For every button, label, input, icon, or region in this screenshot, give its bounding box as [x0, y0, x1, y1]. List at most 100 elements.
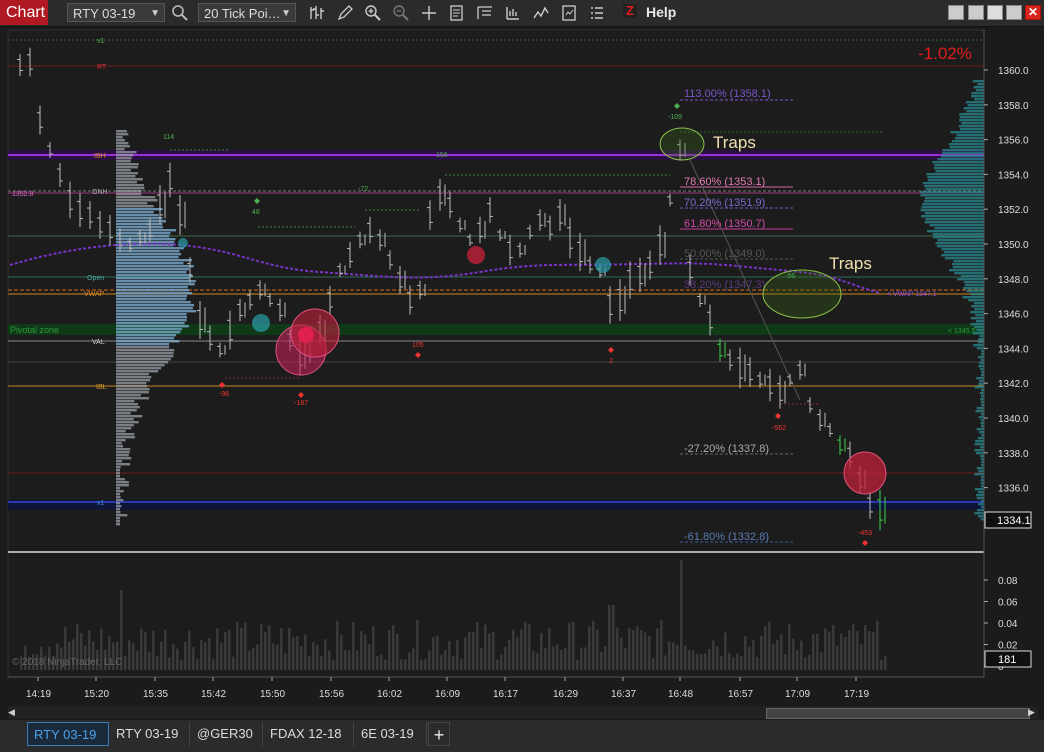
profile-bar	[948, 143, 984, 146]
profile-bar	[960, 128, 984, 131]
profile-bar	[116, 274, 193, 277]
profile-bar	[970, 293, 984, 296]
templates-icon[interactable]	[560, 4, 578, 22]
profile-bar	[924, 221, 984, 224]
profile-bar	[116, 337, 175, 340]
profile-bar	[116, 373, 149, 376]
draw-pencil-icon[interactable]	[336, 4, 354, 22]
tab-rty-active[interactable]: RTY 03-19	[27, 722, 109, 746]
fib-neg272-label: -27.20% (1337.8)	[684, 443, 769, 455]
volume-bar	[372, 626, 375, 670]
volume-bar	[464, 637, 467, 670]
volume-bar	[692, 650, 695, 670]
properties-icon[interactable]	[476, 4, 494, 22]
search-icon[interactable]	[171, 4, 189, 22]
percent-change: -1.02%	[918, 44, 972, 63]
open-label: Open	[87, 275, 104, 282]
profile-bar	[116, 286, 188, 289]
tab-6e[interactable]: 6E 03-19	[355, 722, 427, 746]
profile-bar	[932, 161, 984, 164]
profile-bar	[976, 329, 984, 332]
volume-bar	[876, 620, 879, 670]
data-box-icon[interactable]	[448, 4, 466, 22]
volume-bar	[668, 641, 671, 670]
tab-rty[interactable]: RTY 03-19	[110, 722, 190, 746]
profile-bar	[116, 388, 150, 391]
bar-style-icon[interactable]	[308, 4, 326, 22]
chart-canvas[interactable]: x1 RT IBH 1352.8 ONH Open VWAP Pivotal z…	[0, 27, 1044, 707]
volume-bar	[400, 659, 403, 670]
profile-bar	[116, 277, 191, 280]
profile-bar	[974, 449, 984, 452]
profile-bar	[116, 436, 136, 439]
scroll-thumb[interactable]	[766, 708, 1030, 719]
volume-bar	[848, 629, 851, 670]
volume-bar	[304, 634, 307, 670]
volume-bar	[764, 626, 767, 670]
profile-bar	[952, 266, 984, 269]
scroll-right-icon[interactable]: ▶	[1028, 707, 1038, 718]
profile-bar	[980, 368, 984, 371]
profile-bar	[116, 433, 135, 436]
volume-tick-label: 0.04	[998, 619, 1018, 630]
profile-bar	[116, 133, 129, 136]
volume-bar	[328, 650, 331, 670]
trap-ellipse-2	[762, 269, 842, 319]
zoom-in-icon[interactable]	[364, 4, 382, 22]
volume-bar	[308, 656, 311, 670]
price-tick-label: 1346.0	[998, 310, 1029, 321]
help-button[interactable]: Help	[646, 4, 676, 20]
volume-bar	[172, 644, 175, 670]
volume-current-value: 181	[998, 654, 1016, 666]
volume-bar	[412, 648, 415, 670]
add-tab-button[interactable]: +	[428, 722, 450, 746]
volume-bar	[604, 646, 607, 670]
close-icon[interactable]: ✕	[1025, 5, 1041, 20]
window-title: Chart	[0, 0, 48, 25]
volume-bar	[728, 652, 731, 670]
volume-bar	[160, 641, 163, 670]
maximize-icon[interactable]	[1006, 5, 1022, 20]
zoom-out-icon[interactable]	[392, 4, 410, 22]
list-icon[interactable]	[588, 4, 606, 22]
tab-ger30[interactable]: @GER30	[191, 722, 263, 746]
profile-bar	[972, 80, 984, 83]
profile-bar	[116, 319, 187, 322]
profile-bar	[116, 460, 123, 463]
volume-bar	[148, 651, 151, 670]
maximize-icon[interactable]	[987, 5, 1003, 20]
profile-bar	[935, 242, 984, 245]
profile-bar	[949, 146, 984, 149]
restore-icon[interactable]	[948, 5, 964, 20]
minimize-icon[interactable]	[968, 5, 984, 20]
profile-bar	[973, 86, 984, 89]
fib-38-label: 38.20% (1347.3)	[684, 279, 765, 291]
volume-bar	[864, 625, 867, 670]
crosshair-icon[interactable]	[420, 4, 438, 22]
trap-ellipse-1	[659, 127, 705, 161]
bar-type-selector[interactable]: 20 Tick Poi… ▼	[198, 3, 296, 22]
indicators-icon[interactable]	[532, 4, 550, 22]
profile-bar	[116, 478, 125, 481]
volume-bar	[812, 634, 815, 670]
profile-bar	[978, 470, 984, 473]
scroll-left-icon[interactable]: ◀	[8, 707, 18, 718]
volume-bar	[492, 631, 495, 670]
volume-bar	[740, 656, 743, 670]
horizontal-scrollbar[interactable]: ◀ ▶	[8, 706, 1038, 719]
volume-bar	[772, 643, 775, 670]
tab-fdax[interactable]: FDAX 12-18	[264, 722, 354, 746]
profile-bar	[116, 298, 187, 301]
price-tick-label: 1350.0	[998, 240, 1029, 251]
svg-text:-562: -562	[772, 425, 786, 432]
profile-bar	[116, 295, 188, 298]
rt-label: RT	[97, 64, 107, 71]
profile-bar	[973, 302, 984, 305]
strategies-icon[interactable]	[504, 4, 522, 22]
instrument-selector[interactable]: RTY 03-19 ▼	[67, 3, 165, 22]
profile-bar	[116, 289, 190, 292]
chart-area[interactable]: x1 RT IBH 1352.8 ONH Open VWAP Pivotal z…	[0, 27, 1044, 707]
profile-bar	[958, 125, 984, 128]
profile-bar	[978, 383, 984, 386]
profile-bar	[116, 262, 184, 265]
